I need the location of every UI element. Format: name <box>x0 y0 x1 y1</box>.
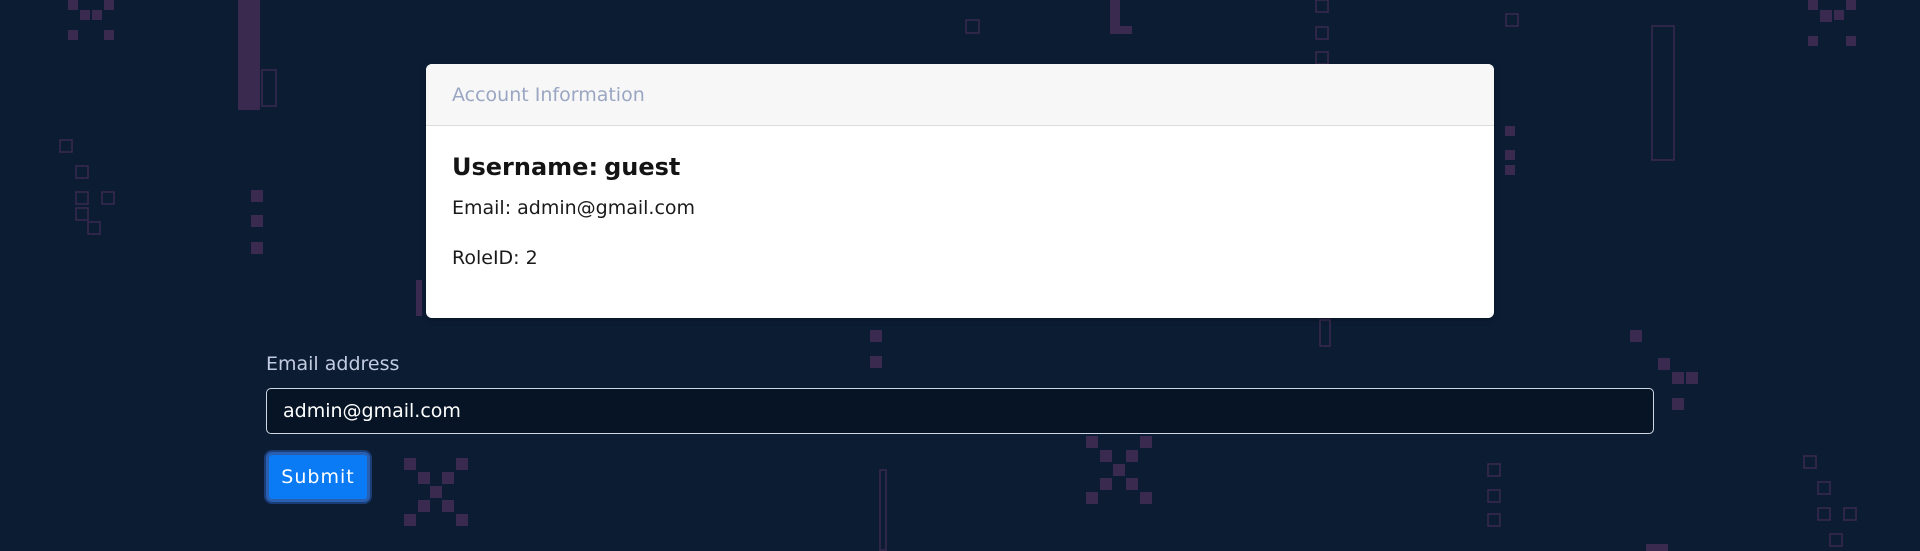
email-label: Email: <box>452 197 512 219</box>
submit-button[interactable]: Submit <box>266 452 370 502</box>
username-value: guest <box>604 153 681 181</box>
roleid-line: RoleID: 2 <box>452 246 1468 270</box>
email-value: admin@gmail.com <box>517 197 696 219</box>
card-header: Account Information <box>426 64 1494 126</box>
roleid-label: RoleID: <box>452 247 520 269</box>
card-body: Username: guest Email: admin@gmail.com Rol… <box>426 126 1494 270</box>
account-info-card: Account Information Username: guest Email… <box>426 64 1494 318</box>
username-line: Username: guest <box>452 152 1468 182</box>
roleid-value: 2 <box>525 247 538 269</box>
username-label: Username: <box>452 153 599 181</box>
update-email-form: Email address Submit <box>266 352 1654 502</box>
email-address-label: Email address <box>266 353 400 375</box>
email-input[interactable] <box>266 388 1654 434</box>
email-line: Email: admin@gmail.com <box>452 196 1468 220</box>
card-header-title: Account Information <box>452 83 645 106</box>
